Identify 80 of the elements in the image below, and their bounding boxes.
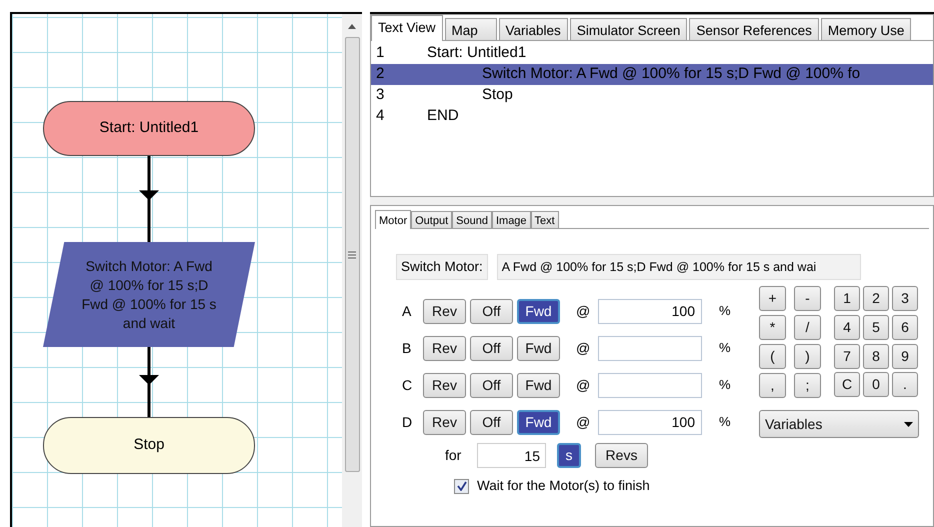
power-field[interactable]: 100 bbox=[598, 298, 702, 324]
percent-sign: % bbox=[719, 376, 731, 394]
motor-port-label: B bbox=[402, 338, 412, 358]
dropdown-caret-icon bbox=[904, 422, 913, 426]
operator-key[interactable]: ; bbox=[794, 373, 821, 398]
number-key[interactable]: 2 bbox=[863, 286, 889, 311]
number-key[interactable]: . bbox=[892, 372, 918, 398]
number-key[interactable]: 9 bbox=[892, 344, 918, 368]
duration-field[interactable]: 15 bbox=[477, 443, 546, 468]
code-line[interactable]: 4 END bbox=[371, 106, 933, 127]
checkmark-icon bbox=[456, 481, 466, 492]
direction-button[interactable]: Fwd bbox=[517, 336, 560, 360]
view-tab[interactable]: Memory Use bbox=[820, 18, 912, 40]
property-tab[interactable]: Sound bbox=[452, 211, 492, 228]
connector-arrow bbox=[139, 347, 159, 417]
operator-key[interactable]: + bbox=[759, 286, 786, 311]
motor-port-label: C bbox=[402, 376, 414, 394]
command-summary-field: A Fwd @ 100% for 15 s;D Fwd @ 100% for 15 s and wai bbox=[496, 254, 861, 280]
at-sign: @ bbox=[576, 376, 592, 394]
direction-button[interactable]: Rev bbox=[423, 298, 466, 324]
operator-key[interactable]: / bbox=[794, 315, 821, 340]
unit-button[interactable]: s bbox=[557, 443, 581, 468]
percent-sign: % bbox=[719, 302, 731, 320]
direction-button[interactable]: Rev bbox=[423, 410, 466, 434]
unit-button[interactable]: Revs bbox=[595, 443, 648, 468]
at-sign: @ bbox=[576, 412, 592, 432]
grip-icon bbox=[348, 250, 356, 258]
at-sign: @ bbox=[576, 338, 592, 358]
direction-button[interactable]: Rev bbox=[423, 336, 466, 360]
property-tab[interactable]: Output bbox=[411, 211, 452, 228]
percent-sign: % bbox=[719, 339, 731, 358]
power-field[interactable]: 100 bbox=[598, 410, 702, 434]
direction-button[interactable]: Fwd bbox=[517, 410, 560, 434]
view-tab[interactable]: Simulator Screen bbox=[570, 18, 688, 40]
percent-sign: % bbox=[719, 413, 731, 432]
vertical-scrollbar[interactable] bbox=[342, 14, 362, 527]
stop-block[interactable]: Stop bbox=[43, 417, 255, 474]
power-field[interactable] bbox=[598, 336, 702, 360]
motor-port-label: D bbox=[402, 412, 414, 432]
code-line[interactable]: 3 Stop bbox=[371, 85, 933, 106]
view-tab[interactable]: Map bbox=[444, 18, 497, 40]
operator-key[interactable]: ( bbox=[759, 344, 786, 369]
number-key[interactable]: 5 bbox=[863, 314, 889, 340]
number-key[interactable]: 7 bbox=[834, 344, 860, 368]
view-tab[interactable]: Variables bbox=[498, 18, 568, 40]
number-key[interactable]: 3 bbox=[892, 286, 918, 311]
operator-key[interactable]: - bbox=[794, 286, 821, 311]
direction-button[interactable]: Off bbox=[470, 410, 513, 434]
operator-key[interactable]: ) bbox=[794, 344, 821, 369]
view-tab[interactable]: Sensor References bbox=[689, 18, 819, 40]
direction-button[interactable]: Off bbox=[470, 298, 513, 324]
command-label: Switch Motor: bbox=[396, 254, 488, 280]
view-tab[interactable]: Text View bbox=[371, 15, 443, 41]
direction-button[interactable]: Off bbox=[470, 372, 513, 398]
direction-button[interactable]: Fwd bbox=[517, 372, 560, 398]
number-key[interactable]: 0 bbox=[863, 372, 889, 398]
duration-label: for bbox=[445, 446, 462, 465]
code-line[interactable]: 1 Start: Untitled1 bbox=[371, 43, 933, 64]
wait-label: Wait for the Motor(s) to finish bbox=[477, 477, 650, 495]
number-key[interactable]: 4 bbox=[834, 314, 860, 340]
property-tab[interactable]: Text bbox=[530, 211, 559, 228]
wait-checkbox[interactable] bbox=[454, 478, 469, 494]
property-tab[interactable]: Motor bbox=[375, 210, 412, 229]
scroll-up-icon[interactable] bbox=[348, 24, 356, 29]
operator-key[interactable]: , bbox=[759, 373, 786, 398]
motor-port-label: A bbox=[402, 302, 412, 320]
direction-button[interactable]: Fwd bbox=[517, 298, 560, 324]
power-field[interactable] bbox=[598, 372, 702, 398]
number-key[interactable]: 6 bbox=[892, 314, 918, 340]
number-key[interactable]: C bbox=[834, 372, 860, 398]
number-key[interactable]: 8 bbox=[863, 344, 889, 368]
direction-button[interactable]: Off bbox=[470, 336, 513, 360]
direction-button[interactable]: Rev bbox=[423, 372, 466, 398]
property-tab[interactable]: Image bbox=[492, 211, 531, 228]
variables-dropdown[interactable]: Variables bbox=[759, 410, 919, 438]
operator-key[interactable]: * bbox=[759, 315, 786, 340]
start-block[interactable]: Start: Untitled1 bbox=[43, 101, 255, 156]
at-sign: @ bbox=[576, 302, 592, 320]
number-key[interactable]: 1 bbox=[834, 286, 860, 311]
scrollbar-thumb[interactable] bbox=[344, 37, 360, 472]
